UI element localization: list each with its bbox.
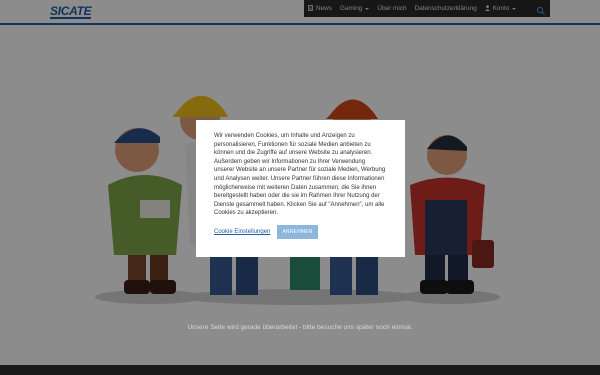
footer-bar bbox=[0, 365, 600, 375]
cookie-consent-text: Wir verwenden Cookies, um Inhalte und An… bbox=[214, 133, 386, 217]
accept-cookies-button[interactable]: ANNEHMEN bbox=[277, 224, 318, 239]
cookie-actions: Cookie Einstellungen ANNEHMEN bbox=[214, 224, 387, 239]
maintenance-message: Unsere Seite wird gerade überarbeitet - … bbox=[187, 324, 413, 331]
cookie-consent-dialog: Wir verwenden Cookies, um Inhalte und An… bbox=[196, 120, 405, 257]
cookie-settings-link[interactable]: Cookie Einstellungen bbox=[214, 229, 270, 235]
